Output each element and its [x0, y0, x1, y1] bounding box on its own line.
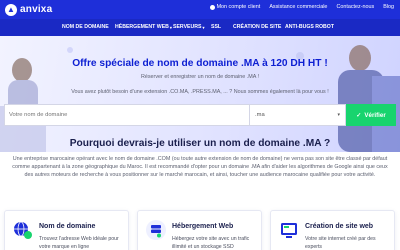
verify-button[interactable]: ✓ Vérifier — [346, 104, 396, 126]
client-account-link[interactable]: Mon compte client — [209, 4, 261, 10]
hero-title: Offre spéciale de nom de domaine .MA à 1… — [72, 58, 328, 69]
card-text: Votre site internet créé par des experts — [305, 236, 376, 250]
check-icon: ✓ — [356, 111, 362, 119]
why-section-title: Pourquoi devrais-je utiliser un nom de d… — [69, 138, 331, 149]
contact-link[interactable]: Contactez-nous — [336, 4, 374, 10]
nav-item-hosting[interactable]: HÉBERGEMENT WEB ▾ — [115, 24, 172, 30]
card-domain[interactable]: Nom de domaine Trouvez l'adresse Web idé… — [4, 210, 129, 250]
nav-item-site-creation[interactable]: CRÉATION DE SITE — [233, 24, 281, 30]
domain-search-bar: .ma ▾ ✓ Vérifier — [4, 104, 396, 126]
top-bar: ▲ anvixa Mon compte client Assistance co… — [0, 0, 400, 19]
blog-link[interactable]: Blog — [383, 4, 394, 10]
nav-item-servers[interactable]: SERVEURS ▾ — [173, 24, 204, 30]
domain-search-input[interactable] — [4, 104, 249, 126]
extension-value: .ma — [255, 112, 265, 118]
cloud-server-icon — [146, 220, 166, 240]
extension-select[interactable]: .ma ▾ — [249, 104, 346, 126]
card-text: Trouvez l'adresse Web idéale pour votre … — [39, 236, 119, 250]
nav-label: NOM DE DOMAINE — [62, 24, 109, 30]
website-builder-icon — [281, 223, 297, 238]
chevron-down-icon: ▾ — [202, 24, 205, 30]
brand-name: anvixa — [20, 4, 53, 15]
nav-item-ssl[interactable]: SSL — [211, 24, 221, 30]
card-title: Création de site web — [305, 223, 374, 230]
card-website[interactable]: Création de site web Votre site internet… — [270, 210, 395, 250]
nav-label: SSL — [211, 24, 222, 30]
why-section-text: Une entreprise marocaine opérant avec le… — [12, 156, 388, 179]
card-text: Hébergez votre site avec un trafic illim… — [172, 236, 250, 250]
chevron-down-icon: ▾ — [337, 112, 340, 118]
hero-banner: Offre spéciale de nom de domaine .MA à 1… — [0, 36, 400, 152]
logo-icon: ▲ — [5, 3, 17, 16]
sales-support-link[interactable]: Assistance commerciale — [269, 4, 327, 10]
nav-item-domain[interactable]: NOM DE DOMAINE — [62, 24, 109, 30]
chevron-down-icon: ▾ — [169, 24, 172, 30]
verify-button-label: Vérifier — [364, 111, 386, 119]
hero-subtitle: Réserver et enregistrer un nom de domain… — [140, 74, 260, 80]
user-icon — [209, 4, 215, 10]
nav-label: ANTI-BUGS ROBOT — [285, 24, 334, 30]
hero-subtitle-extensions: Vous avez plutôt besoin d'une extension … — [71, 89, 329, 95]
top-links: Mon compte client Assistance commerciale… — [209, 4, 394, 10]
main-nav: NOM DE DOMAINE HÉBERGEMENT WEB ▾ SERVEUR… — [0, 19, 400, 36]
card-title: Hébergement Web — [172, 223, 234, 230]
nav-label: CRÉATION DE SITE — [233, 24, 282, 30]
brand-logo[interactable]: ▲ anvixa — [5, 3, 52, 16]
nav-label: HÉBERGEMENT WEB — [115, 24, 169, 30]
card-title: Nom de domaine — [39, 223, 96, 230]
nav-label: SERVEURS — [173, 24, 202, 30]
card-hosting[interactable]: Hébergement Web Hébergez votre site avec… — [137, 210, 262, 250]
nav-item-antibugs[interactable]: ANTI-BUGS ROBOT — [285, 24, 334, 30]
globe-icon — [14, 221, 32, 239]
client-account-label: Mon compte client — [216, 4, 261, 10]
